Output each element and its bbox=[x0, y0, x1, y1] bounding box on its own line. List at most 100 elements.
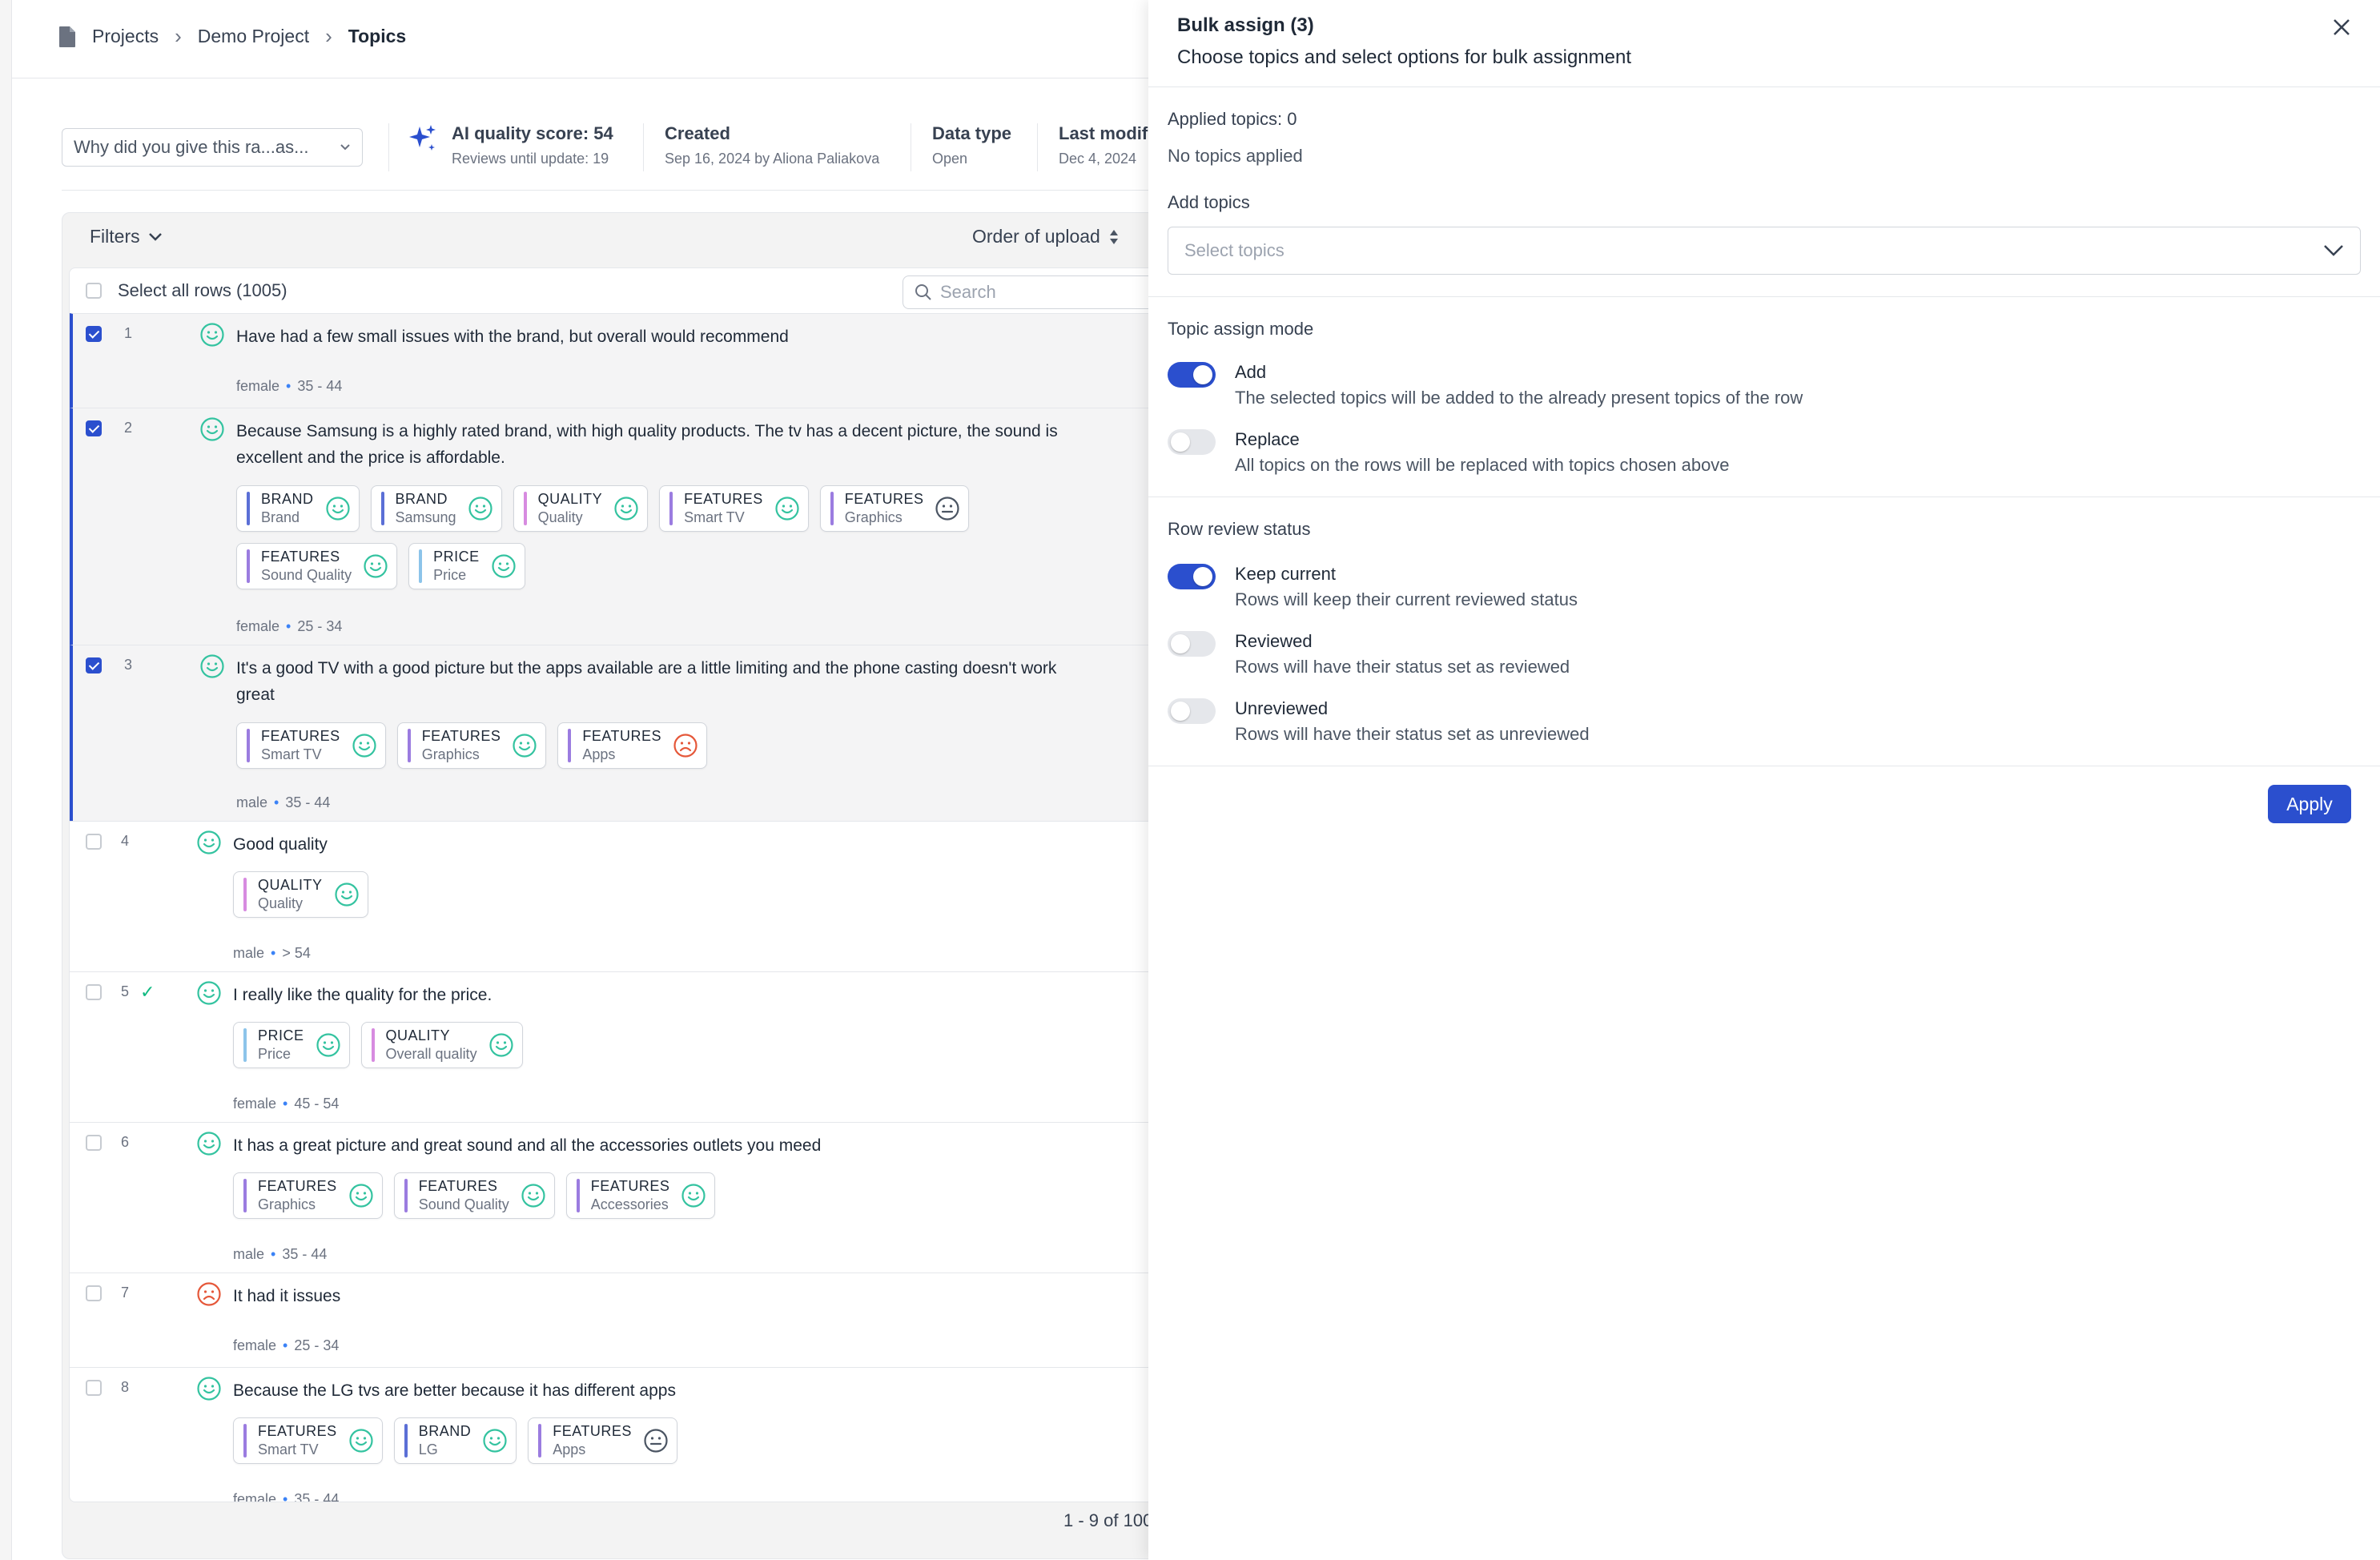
topic-category: QUALITY bbox=[385, 1027, 451, 1043]
row-number: 2 bbox=[124, 420, 133, 436]
row-checkbox[interactable] bbox=[86, 657, 102, 673]
neutral-sentiment-icon bbox=[644, 1429, 668, 1453]
last-modified-sub: Dec 4, 2024 bbox=[1059, 151, 1137, 167]
question-select[interactable]: Why did you give this ra...as... bbox=[62, 128, 363, 167]
mode-replace-toggle[interactable] bbox=[1168, 429, 1216, 455]
created-block: Created Sep 16, 2024 by Aliona Paliakova bbox=[643, 123, 879, 171]
topics-select[interactable]: Select topics bbox=[1168, 227, 2361, 275]
topic-category: PRICE bbox=[433, 549, 480, 565]
topic-color-bar bbox=[243, 878, 247, 911]
row-checkbox[interactable] bbox=[86, 420, 102, 436]
topic-color-bar bbox=[247, 549, 250, 583]
topic-chip[interactable]: FEATURES Sound Quality bbox=[236, 543, 398, 589]
breadcrumb-demo-project[interactable]: Demo Project bbox=[198, 26, 309, 47]
topic-label: QUALITY Quality bbox=[538, 491, 603, 526]
positive-sentiment-icon bbox=[316, 1033, 340, 1057]
demographics: female • 35 - 44 bbox=[233, 1491, 339, 1502]
topic-chip[interactable]: BRAND LG bbox=[393, 1417, 517, 1464]
topic-chip[interactable]: FEATURES Sound Quality bbox=[393, 1172, 555, 1219]
chevron-down-icon bbox=[148, 232, 162, 241]
chevron-right-icon: › bbox=[175, 24, 182, 48]
positive-sentiment-icon bbox=[483, 1429, 507, 1453]
topic-chip[interactable]: FEATURES Apps bbox=[557, 722, 708, 769]
breadcrumb-projects[interactable]: Projects bbox=[92, 26, 159, 47]
topic-chip[interactable]: FEATURES Graphics bbox=[819, 485, 970, 532]
topic-label: FEATURES Graphics bbox=[422, 728, 501, 763]
close-icon[interactable] bbox=[2330, 16, 2353, 38]
topic-chip[interactable]: PRICE Price bbox=[408, 543, 525, 589]
status-unreviewed-toggle[interactable] bbox=[1168, 698, 1216, 724]
table-row[interactable]: 3 It's a good TV with a good picture but… bbox=[70, 645, 1216, 822]
separator-dot: • bbox=[283, 1491, 288, 1502]
select-all-row[interactable]: Select all rows (1005) bbox=[86, 268, 287, 313]
mode-add-desc: The selected topics will be added to the… bbox=[1235, 388, 1803, 408]
topic-chip[interactable]: PRICE Price bbox=[233, 1022, 350, 1068]
row-checkbox[interactable] bbox=[86, 1380, 102, 1396]
topic-color-bar bbox=[407, 729, 411, 762]
topic-chip[interactable]: FEATURES Smart TV bbox=[236, 722, 386, 769]
apply-button[interactable]: Apply bbox=[2268, 785, 2351, 823]
topic-color-bar bbox=[419, 549, 423, 583]
gender-value: male bbox=[233, 945, 265, 961]
topic-chip[interactable]: QUALITY Quality bbox=[513, 485, 649, 532]
topic-chip[interactable]: BRAND Samsung bbox=[370, 485, 502, 532]
table-row[interactable]: 4 Good quality QUALITY Quality male • > 54 bbox=[70, 821, 1216, 972]
filters-button[interactable]: Filters bbox=[90, 226, 163, 247]
topic-color-bar bbox=[568, 729, 572, 762]
table-row[interactable]: 5 ✓ I really like the quality for the pri… bbox=[70, 971, 1216, 1123]
demographics: female • 25 - 34 bbox=[236, 618, 342, 635]
topics-select-placeholder: Select topics bbox=[1184, 240, 1284, 260]
chevron-down-icon bbox=[340, 144, 350, 151]
demographics: female • 35 - 44 bbox=[236, 378, 342, 395]
row-checkbox[interactable] bbox=[86, 1285, 102, 1301]
topic-chip[interactable]: FEATURES Graphics bbox=[396, 722, 547, 769]
positive-sentiment-icon bbox=[200, 654, 224, 678]
status-reviewed-toggle[interactable] bbox=[1168, 631, 1216, 657]
separator-dot: • bbox=[271, 1246, 276, 1262]
status-unreviewed-title: Unreviewed bbox=[1235, 698, 1329, 718]
age-value: > 54 bbox=[282, 945, 311, 961]
table-row[interactable]: 2 Because Samsung is a highly rated bran… bbox=[70, 408, 1216, 645]
separator-dot: • bbox=[283, 1096, 288, 1112]
topic-name: Apps bbox=[582, 746, 616, 762]
topic-chip[interactable]: QUALITY Quality bbox=[233, 871, 368, 918]
topic-chip[interactable]: FEATURES Smart TV bbox=[659, 485, 809, 532]
topic-chip[interactable]: FEATURES Apps bbox=[528, 1417, 677, 1464]
topic-chip[interactable]: QUALITY Overall quality bbox=[360, 1022, 523, 1068]
row-checkbox[interactable] bbox=[86, 984, 102, 1000]
topic-name: LG bbox=[418, 1441, 438, 1457]
topic-chip[interactable]: FEATURES Graphics bbox=[233, 1172, 383, 1219]
sort-order-button[interactable]: Order of upload bbox=[972, 226, 1120, 247]
panel-subtitle: Choose topics and select options for bul… bbox=[1177, 46, 1631, 68]
separator-dot: • bbox=[286, 378, 291, 394]
topic-chips: FEATURES Smart TV BRAND LG FEATURES Apps bbox=[233, 1417, 1114, 1464]
response-text: It has a great picture and great sound a… bbox=[233, 1136, 822, 1155]
age-value: 45 - 54 bbox=[294, 1096, 340, 1112]
positive-sentiment-icon bbox=[197, 981, 221, 1005]
topic-chip[interactable]: FEATURES Accessories bbox=[565, 1172, 716, 1219]
topic-color-bar bbox=[523, 492, 527, 525]
topic-chip[interactable]: FEATURES Smart TV bbox=[233, 1417, 383, 1464]
status-keep-toggle[interactable] bbox=[1168, 564, 1216, 589]
select-all-checkbox[interactable] bbox=[86, 283, 102, 299]
topic-chip[interactable]: BRAND Brand bbox=[236, 485, 360, 532]
table-row[interactable]: 8 Because the LG tvs are better because … bbox=[70, 1367, 1216, 1502]
table-row[interactable]: 1 Have had a few small issues with the b… bbox=[70, 313, 1216, 408]
response-text: Because Samsung is a highly rated brand,… bbox=[236, 422, 1058, 467]
sparkle-icon bbox=[409, 125, 436, 151]
table-row[interactable]: 7 It had it issues female • 25 - 34 bbox=[70, 1273, 1216, 1368]
row-checkbox[interactable] bbox=[86, 1135, 102, 1151]
positive-sentiment-icon bbox=[349, 1429, 373, 1453]
age-value: 35 - 44 bbox=[285, 794, 331, 810]
table-row[interactable]: 6 It has a great picture and great sound… bbox=[70, 1122, 1216, 1273]
topic-category: QUALITY bbox=[537, 491, 603, 507]
topic-color-bar bbox=[243, 1424, 247, 1457]
panel-title: Bulk assign (3) bbox=[1177, 14, 1314, 36]
positive-sentiment-icon bbox=[521, 1184, 545, 1208]
topic-chips: FEATURES Smart TV FEATURES Graphics FEATUR… bbox=[236, 722, 1117, 769]
row-checkbox[interactable] bbox=[86, 326, 102, 342]
mode-add-toggle[interactable] bbox=[1168, 362, 1216, 388]
pagination-label: 1 - 9 of 100 bbox=[1063, 1510, 1153, 1530]
topic-label: PRICE Price bbox=[258, 1027, 304, 1063]
row-checkbox[interactable] bbox=[86, 834, 102, 850]
